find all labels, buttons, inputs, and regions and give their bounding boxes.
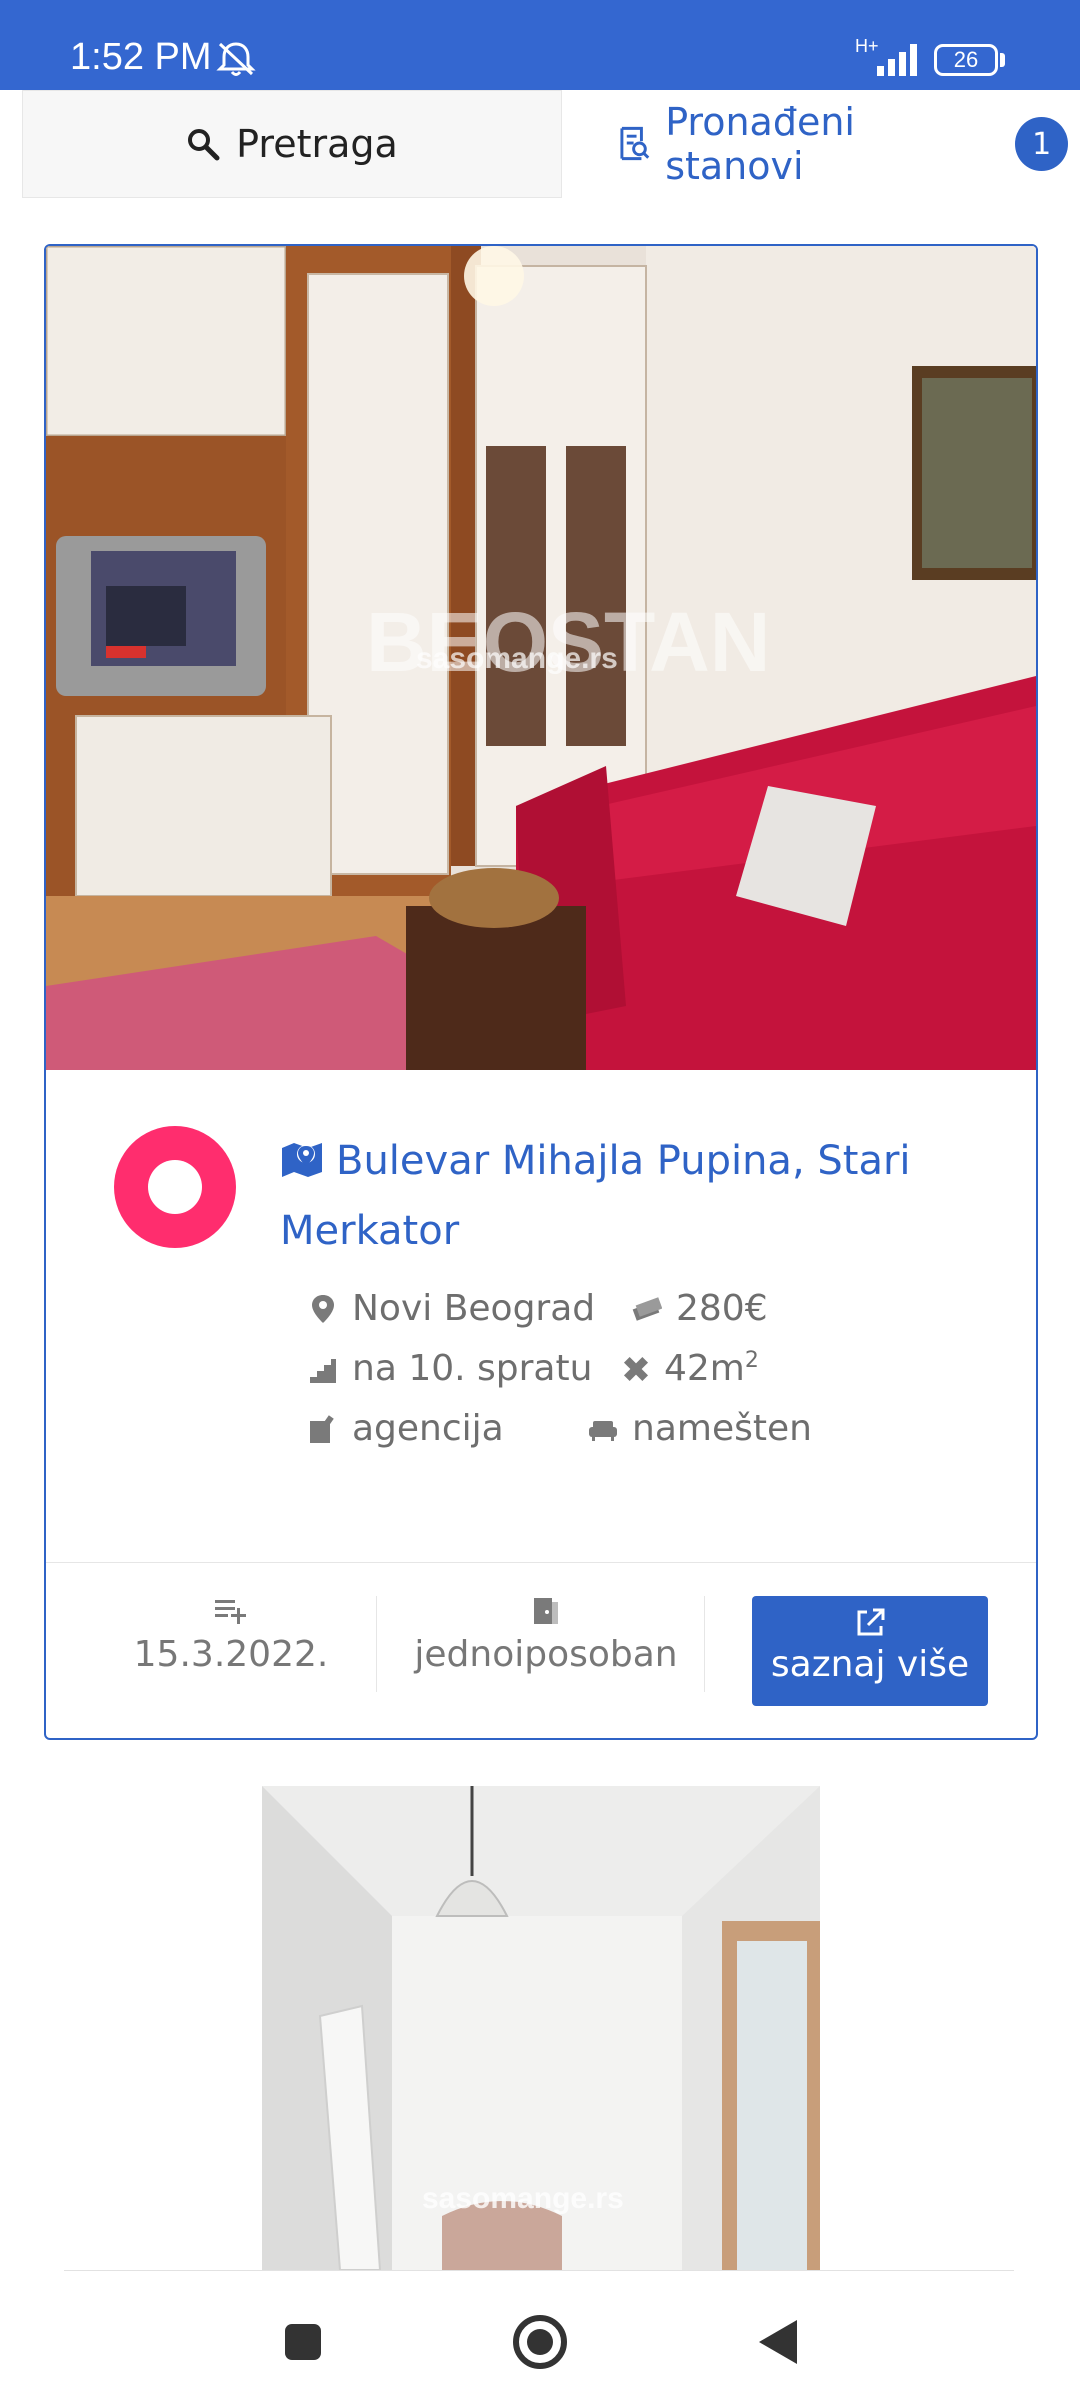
nav-divider (64, 2270, 1014, 2271)
spec-price: 280€ (632, 1288, 768, 1329)
system-nav-bar (0, 2270, 1080, 2400)
floor-text: na 10. spratu (352, 1348, 593, 1389)
learn-more-label: saznaj više (770, 1644, 970, 1685)
apartment-photo: BEOSTAN sasomange.rs (46, 246, 1036, 1070)
agency-logo (114, 1126, 236, 1248)
battery-icon: 26 (934, 44, 998, 76)
tab-search-label: Pretraga (236, 122, 398, 166)
playlist-add-icon (215, 1600, 246, 1624)
spec-location: Novi Beograd (308, 1288, 595, 1329)
listing-date: 15.3.2022. (116, 1596, 346, 1675)
money-icon (632, 1296, 662, 1321)
location-text: Novi Beograd (352, 1288, 596, 1329)
signal-icon (877, 44, 917, 76)
found-count-badge: 1 (1015, 117, 1068, 171)
address-text: Bulevar Mihajla Pupina, Stari Merkator (280, 1138, 911, 1254)
bell-muted-icon (216, 42, 256, 76)
area-unit-sup: 2 (744, 1348, 759, 1373)
listing-photo-2[interactable]: sasomange.rs (262, 1786, 820, 2270)
watermark-site-2: sasomange.rs (422, 2182, 624, 2215)
status-bar: 1:52 PM H+ 26 (0, 0, 1080, 90)
apartment-photo-2: sasomange.rs (262, 1786, 820, 2270)
spec-floor: na 10. spratu (308, 1348, 592, 1389)
advertiser-text: agencija (352, 1408, 504, 1449)
map-marker-icon (282, 1143, 322, 1177)
learn-more-button[interactable]: saznaj više (752, 1596, 988, 1706)
footer-divider-1 (376, 1596, 377, 1692)
area-text: 42m2 (664, 1348, 759, 1389)
footer-divider-2 (704, 1596, 705, 1692)
document-search-icon (620, 126, 650, 161)
listing-rooms: jednoiposoban (396, 1596, 696, 1675)
rooms-text: jednoiposoban (414, 1634, 678, 1675)
tab-found-apartments[interactable]: Pronađeni stanovi 1 (618, 90, 1068, 198)
door-icon (534, 1598, 558, 1624)
watermark-site: sasomange.rs (416, 642, 618, 675)
back-icon[interactable] (747, 2312, 807, 2372)
furnishing-text: namešten (632, 1408, 812, 1449)
spec-furnishing: namešten (588, 1408, 812, 1449)
search-icon (188, 129, 220, 161)
date-text: 15.3.2022. (133, 1634, 329, 1675)
couch-icon (589, 1420, 617, 1441)
recents-icon[interactable] (273, 2312, 333, 2372)
external-link-icon (857, 1608, 885, 1636)
signature-icon (310, 1414, 334, 1443)
spec-advertiser: agencija (308, 1408, 504, 1449)
card-footer-divider (46, 1562, 1036, 1563)
listing-address[interactable]: Bulevar Mihajla Pupina, Stari Merkator (280, 1126, 980, 1266)
stairs-icon (310, 1358, 336, 1383)
status-time: 1:52 PM (70, 36, 212, 78)
home-icon[interactable] (510, 2312, 570, 2372)
listing-photo[interactable]: BEOSTAN sasomange.rs (46, 246, 1036, 1070)
tab-found-label: Pronađeni stanovi (665, 100, 855, 188)
spec-area: 42m2 (620, 1348, 759, 1389)
tab-search[interactable]: Pretraga (22, 90, 562, 198)
ruler-pencil-icon (623, 1356, 649, 1381)
battery-tip (1000, 53, 1005, 67)
listing-card: BEOSTAN sasomange.rs Bulevar Mihajla Pup… (44, 244, 1038, 1740)
price-text: 280€ (676, 1288, 768, 1329)
location-pin-icon (312, 1294, 334, 1323)
area-value: 42m (664, 1348, 745, 1389)
